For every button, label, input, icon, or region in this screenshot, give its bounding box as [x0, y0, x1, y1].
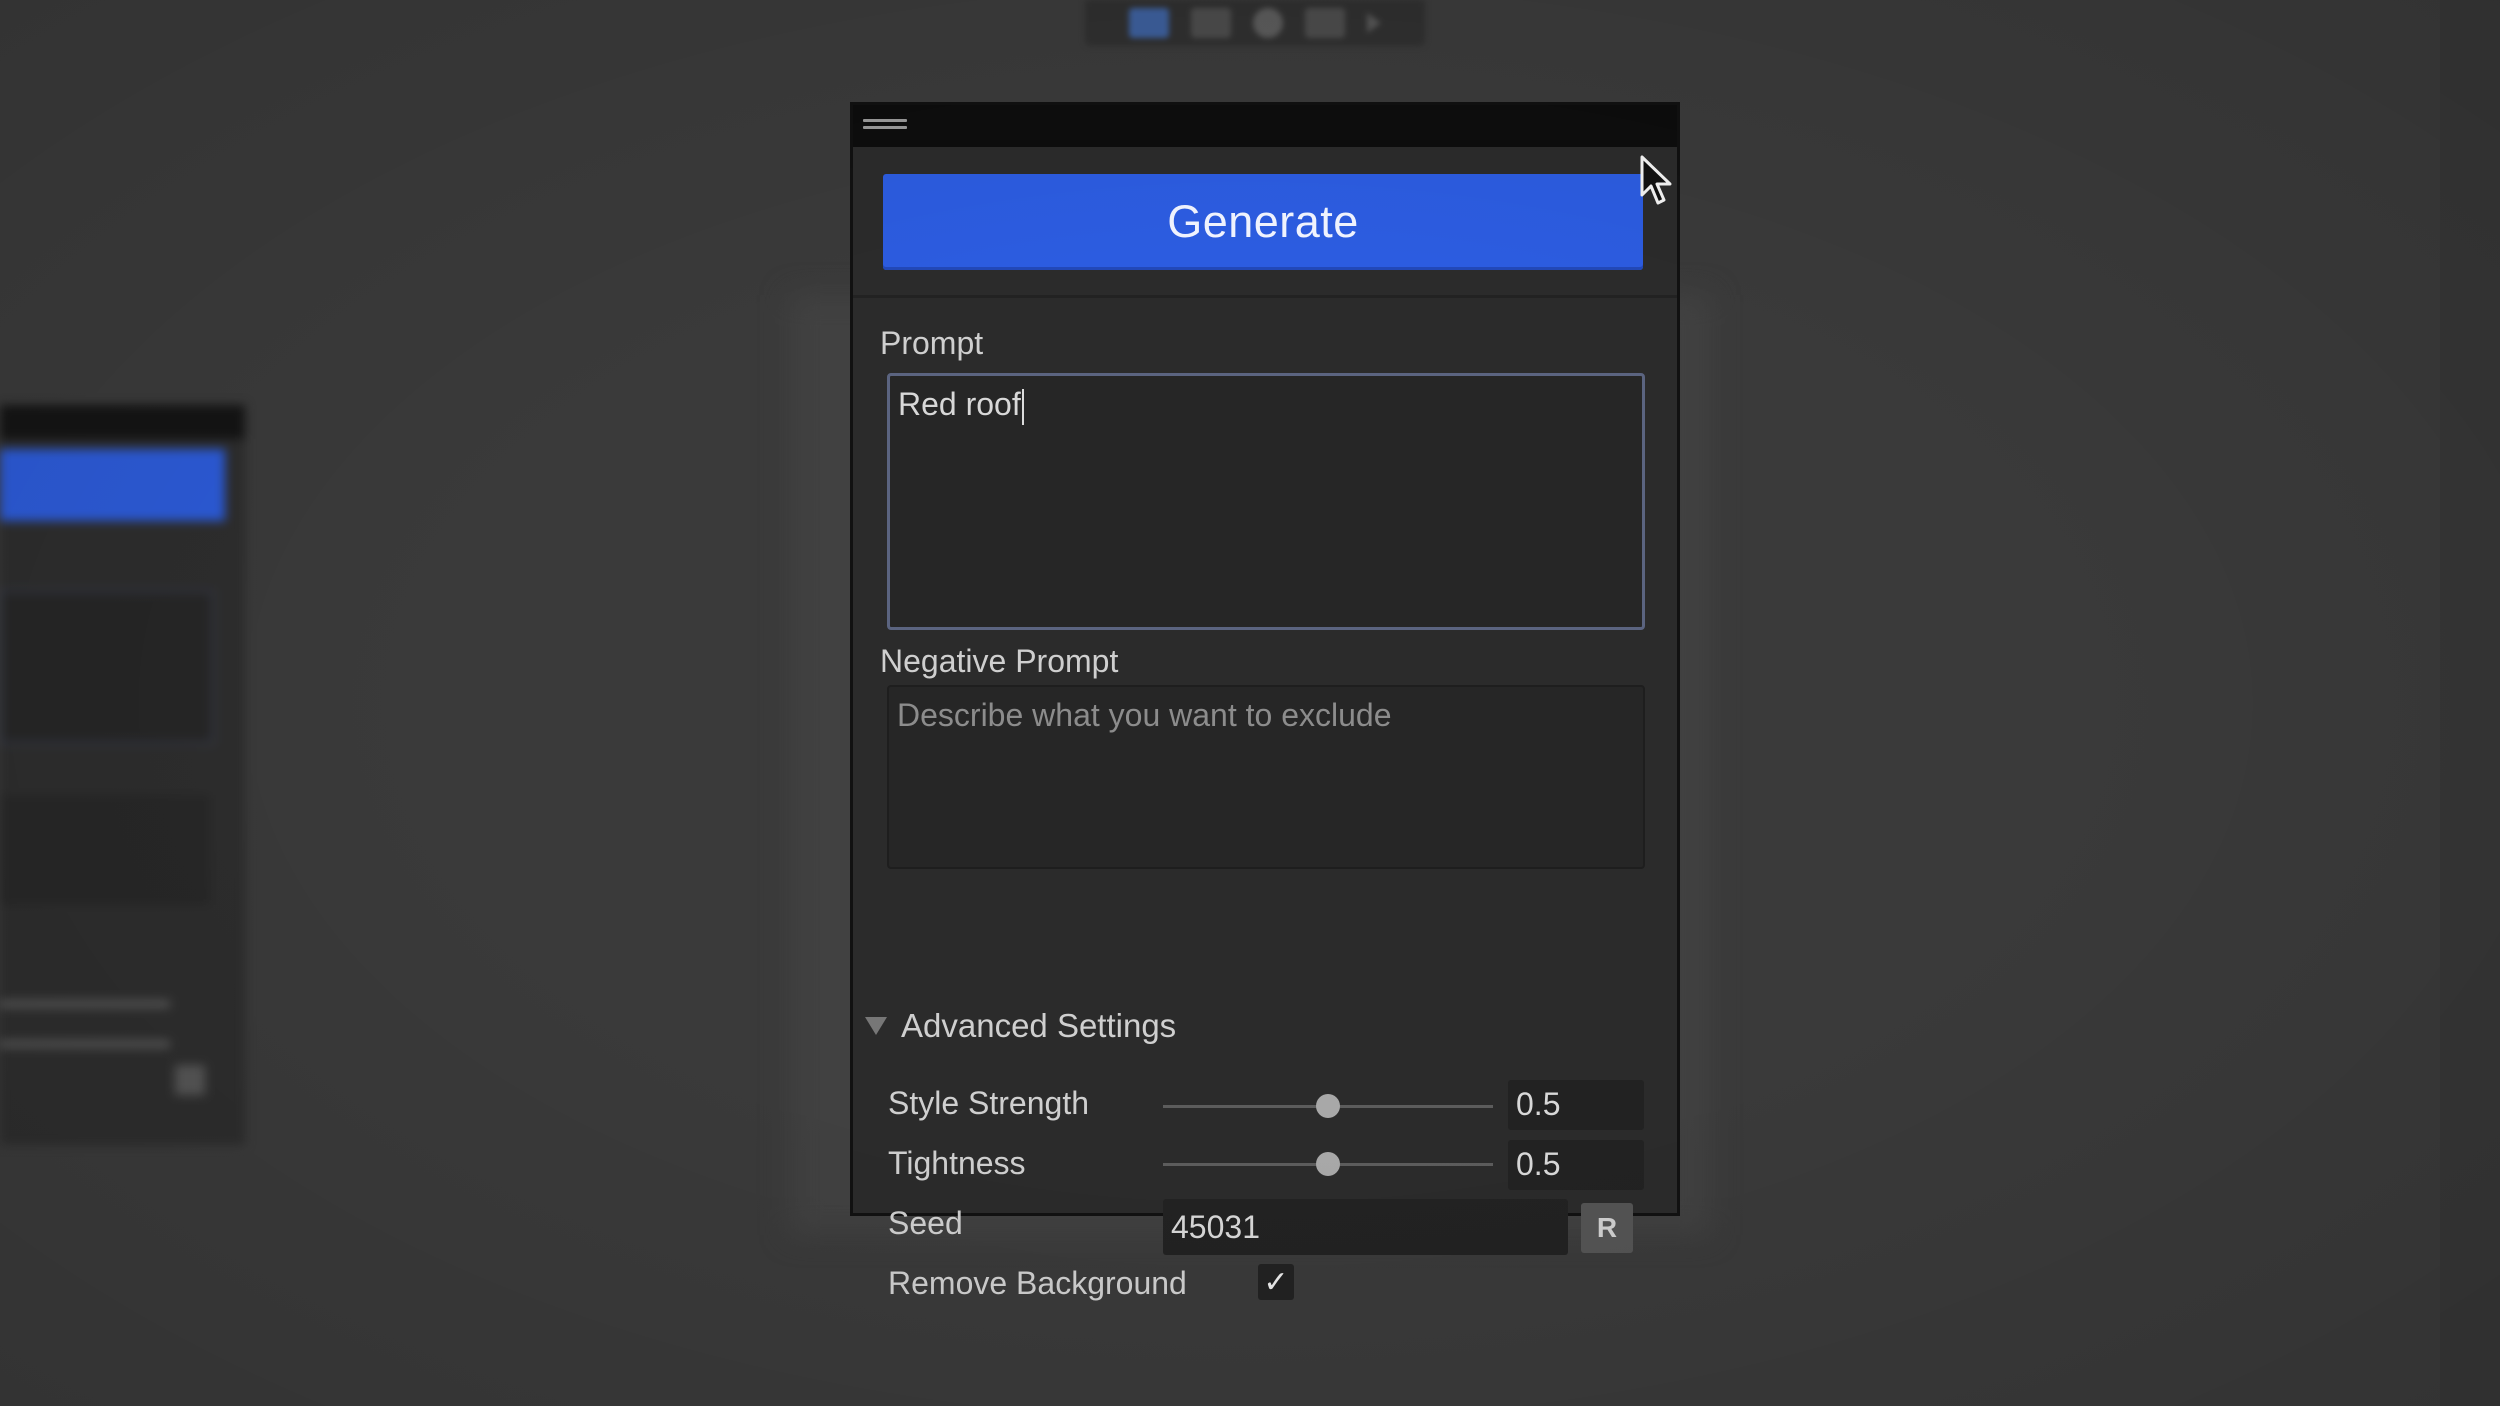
- prompt-value: Red roof: [898, 386, 1021, 422]
- toolbar-tool-icon[interactable]: [1305, 8, 1345, 38]
- negative-prompt-textarea[interactable]: Describe what you want to exclude: [887, 685, 1645, 869]
- style-strength-label: Style Strength: [888, 1085, 1089, 1121]
- style-strength-slider-thumb[interactable]: [1316, 1094, 1340, 1118]
- tightness-input[interactable]: 0.5: [1508, 1140, 1644, 1190]
- toolbar-tool-icon[interactable]: [1253, 8, 1283, 38]
- background-panel-slider: [0, 1000, 170, 1008]
- panel-header[interactable]: [853, 105, 1677, 147]
- toolbar-tool-icon[interactable]: [1191, 8, 1231, 38]
- remove-background-checkbox[interactable]: ✓: [1258, 1264, 1294, 1300]
- background-panel-field: [0, 795, 210, 905]
- generate-button[interactable]: Generate: [883, 174, 1643, 270]
- background-strip: [2440, 0, 2500, 1406]
- negative-prompt-placeholder: Describe what you want to exclude: [897, 697, 1392, 733]
- tightness-label: Tightness: [888, 1145, 1026, 1181]
- background-panel: [0, 405, 245, 1145]
- divider: [853, 295, 1677, 298]
- collapse-triangle-icon[interactable]: [865, 1017, 887, 1035]
- mouse-pointer-icon: [1640, 155, 1672, 205]
- toolbar-tool-icon[interactable]: [1129, 8, 1169, 38]
- seed-input[interactable]: 45031: [1163, 1199, 1568, 1255]
- top-toolbar: [1085, 0, 1425, 46]
- style-strength-input[interactable]: 0.5: [1508, 1080, 1644, 1130]
- remove-background-label: Remove Background: [888, 1265, 1187, 1301]
- randomize-seed-button[interactable]: R: [1581, 1203, 1633, 1253]
- checkmark-icon: ✓: [1263, 1265, 1289, 1299]
- tightness-slider-thumb[interactable]: [1316, 1152, 1340, 1176]
- background-panel-slider: [0, 1040, 170, 1048]
- prompt-label: Prompt: [880, 325, 984, 361]
- background-panel-header: [0, 405, 245, 439]
- generator-panel: Generate Prompt Red roof Negative Prompt…: [850, 102, 1680, 1301]
- text-caret: [1021, 388, 1024, 425]
- toolbar-play-icon[interactable]: [1367, 13, 1381, 33]
- prompt-textarea[interactable]: Red roof: [887, 373, 1645, 630]
- background-panel-button: [0, 449, 225, 521]
- drag-handle-icon[interactable]: [863, 119, 907, 133]
- background-panel-field: [0, 590, 214, 744]
- negative-prompt-label: Negative Prompt: [880, 643, 1119, 679]
- seed-label: Seed: [888, 1205, 963, 1241]
- advanced-settings-toggle[interactable]: Advanced Settings: [865, 1001, 1176, 1051]
- advanced-settings-label: Advanced Settings: [901, 1007, 1177, 1044]
- background-panel-square: [175, 1065, 205, 1095]
